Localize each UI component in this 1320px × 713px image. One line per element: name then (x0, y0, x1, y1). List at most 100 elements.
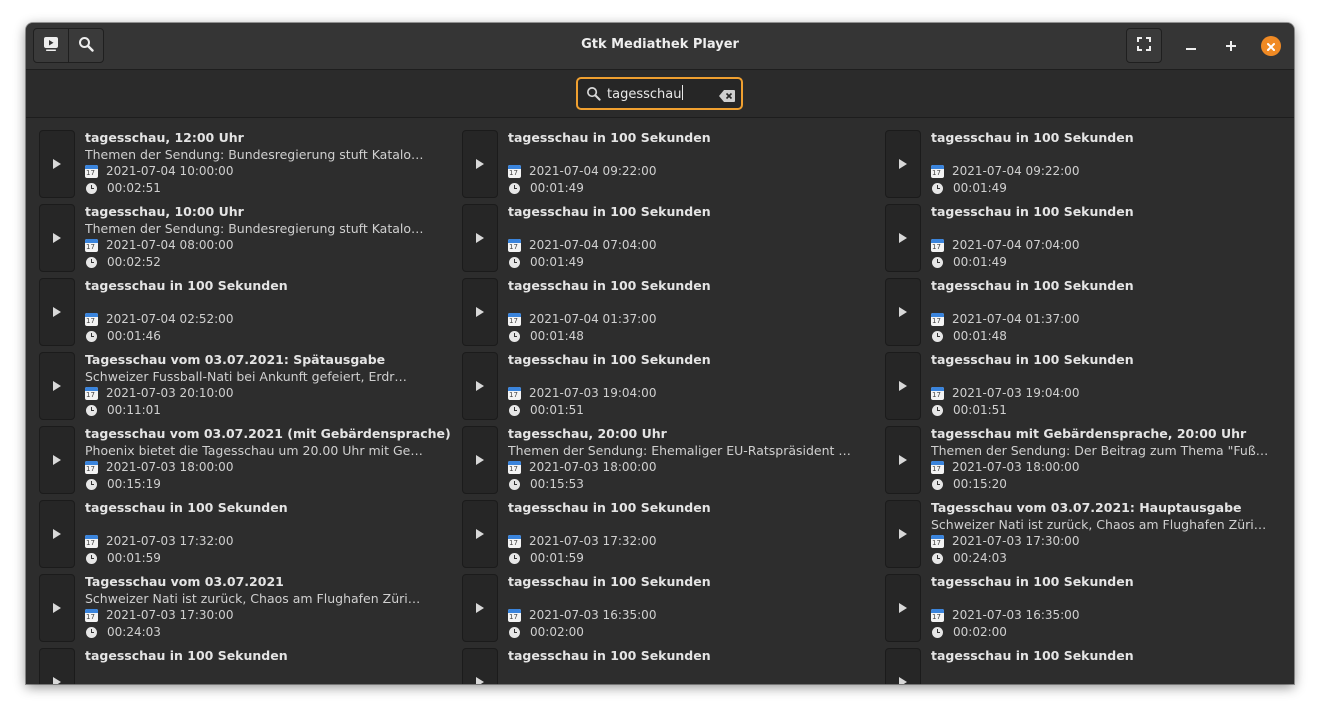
clock-icon (932, 330, 943, 342)
result-item[interactable]: tagesschau in 100 Sekunden 2021-07-03 16:… (885, 574, 1294, 642)
play-button[interactable] (885, 500, 921, 568)
result-item[interactable]: tagesschau, 12:00 Uhr Themen der Sendung:… (39, 130, 449, 198)
clear-search-icon[interactable] (719, 87, 735, 106)
play-icon (476, 603, 484, 613)
result-item[interactable]: Tagesschau vom 03.07.2021: Spätausgabe Sc… (39, 352, 449, 420)
item-duration: 00:01:49 (953, 255, 1007, 269)
clock-icon (86, 478, 97, 490)
result-item[interactable]: tagesschau in 100 Sekunden (39, 648, 449, 684)
result-item[interactable]: Tagesschau vom 03.07.2021: Hauptausgabe S… (885, 500, 1294, 568)
item-duration: 00:01:59 (530, 551, 584, 565)
result-item[interactable]: tagesschau in 100 Sekunden 2021-07-03 16:… (462, 574, 872, 642)
result-item[interactable]: tagesschau vom 03.07.2021 (mit Gebärdens… (39, 426, 451, 494)
item-date: 2021-07-04 01:37:00 (529, 312, 657, 326)
plus-icon (1225, 37, 1237, 56)
item-duration: 00:02:00 (530, 625, 584, 639)
play-icon (53, 603, 61, 613)
play-button[interactable] (39, 500, 75, 568)
item-date-row: 2021-07-03 16:35:00 (508, 608, 656, 622)
item-date-row: 2021-07-03 17:32:00 (85, 534, 233, 548)
calendar-icon (508, 534, 521, 548)
result-item[interactable]: tagesschau in 100 Sekunden 2021-07-04 07:… (462, 204, 872, 272)
result-item[interactable]: tagesschau, 10:00 Uhr Themen der Sendung:… (39, 204, 449, 272)
clock-icon (509, 478, 520, 490)
play-button[interactable] (462, 130, 498, 198)
result-item[interactable]: tagesschau in 100 Sekunden 2021-07-04 01:… (885, 278, 1294, 346)
item-date: 2021-07-03 20:10:00 (106, 386, 234, 400)
clock-icon (86, 404, 97, 416)
item-date: 2021-07-03 17:32:00 (106, 534, 234, 548)
result-item[interactable]: tagesschau, 20:00 Uhr Themen der Sendung:… (462, 426, 872, 494)
result-item[interactable]: tagesschau in 100 Sekunden 2021-07-04 02:… (39, 278, 449, 346)
clock-icon (932, 404, 943, 416)
play-button[interactable] (885, 278, 921, 346)
play-button[interactable] (462, 648, 498, 684)
item-date-row: 2021-07-04 02:52:00 (85, 312, 233, 326)
play-button[interactable] (462, 204, 498, 272)
calendar-icon (508, 312, 521, 326)
result-item[interactable]: tagesschau in 100 Sekunden 2021-07-04 07:… (885, 204, 1294, 272)
item-title: tagesschau mit Gebärdensprache, 20:00 Uh… (931, 426, 1247, 441)
item-duration-row: 00:01:48 (508, 329, 584, 343)
fullscreen-button[interactable] (1126, 28, 1162, 63)
play-button[interactable] (39, 352, 75, 420)
play-button[interactable] (39, 278, 75, 346)
item-date-row: 2021-07-04 01:37:00 (931, 312, 1079, 326)
play-button[interactable] (885, 204, 921, 272)
item-date: 2021-07-04 07:04:00 (529, 238, 657, 252)
result-item[interactable]: tagesschau in 100 Sekunden (885, 648, 1294, 684)
play-button[interactable] (462, 426, 498, 494)
item-duration: 00:01:51 (530, 403, 584, 417)
result-item[interactable]: tagesschau in 100 Sekunden 2021-07-03 17:… (462, 500, 872, 568)
result-item[interactable]: Tagesschau vom 03.07.2021 Schweizer Nati … (39, 574, 449, 642)
play-button[interactable] (885, 130, 921, 198)
clock-icon (509, 182, 520, 194)
result-item[interactable]: tagesschau in 100 Sekunden 2021-07-04 01:… (462, 278, 872, 346)
play-icon (899, 233, 907, 243)
play-icon (476, 529, 484, 539)
search-input[interactable]: tagesschau (576, 77, 743, 110)
play-button[interactable] (462, 278, 498, 346)
clock-icon (86, 626, 97, 638)
play-button[interactable] (462, 500, 498, 568)
item-date-row: 2021-07-04 09:22:00 (508, 164, 656, 178)
minimize-button[interactable] (1181, 36, 1201, 56)
play-button[interactable] (885, 574, 921, 642)
play-button[interactable] (39, 130, 75, 198)
clock-icon (932, 256, 943, 268)
calendar-icon (508, 238, 521, 252)
play-button[interactable] (39, 574, 75, 642)
play-button[interactable] (462, 352, 498, 420)
result-item[interactable]: tagesschau mit Gebärdensprache, 20:00 Uh… (885, 426, 1294, 494)
close-icon (1266, 37, 1276, 56)
calendar-icon (85, 386, 98, 400)
play-button[interactable] (39, 426, 75, 494)
play-button[interactable] (462, 574, 498, 642)
result-item[interactable]: tagesschau in 100 Sekunden 2021-07-04 09:… (462, 130, 872, 198)
maximize-button[interactable] (1221, 36, 1241, 56)
clock-icon (932, 552, 943, 564)
item-duration-row: 00:24:03 (931, 551, 1007, 565)
close-button[interactable] (1261, 36, 1281, 56)
play-button[interactable] (39, 204, 75, 272)
item-date-row: 2021-07-04 07:04:00 (931, 238, 1079, 252)
result-item[interactable]: tagesschau in 100 Sekunden 2021-07-03 19:… (885, 352, 1294, 420)
item-title: tagesschau in 100 Sekunden (85, 648, 288, 663)
play-button[interactable] (885, 648, 921, 684)
result-item[interactable]: tagesschau in 100 Sekunden (462, 648, 872, 684)
item-date: 2021-07-03 19:04:00 (529, 386, 657, 400)
item-duration: 00:01:46 (107, 329, 161, 343)
play-icon (476, 677, 484, 684)
play-icon (53, 381, 61, 391)
item-title: tagesschau in 100 Sekunden (508, 574, 711, 589)
play-button[interactable] (885, 426, 921, 494)
play-icon (476, 159, 484, 169)
play-button[interactable] (885, 352, 921, 420)
item-title: Tagesschau vom 03.07.2021 (85, 574, 284, 589)
result-item[interactable]: tagesschau in 100 Sekunden 2021-07-03 17:… (39, 500, 449, 568)
play-button[interactable] (39, 648, 75, 684)
item-duration: 00:01:48 (530, 329, 584, 343)
result-item[interactable]: tagesschau in 100 Sekunden 2021-07-03 19:… (462, 352, 872, 420)
play-icon (53, 159, 61, 169)
result-item[interactable]: tagesschau in 100 Sekunden 2021-07-04 09:… (885, 130, 1294, 198)
